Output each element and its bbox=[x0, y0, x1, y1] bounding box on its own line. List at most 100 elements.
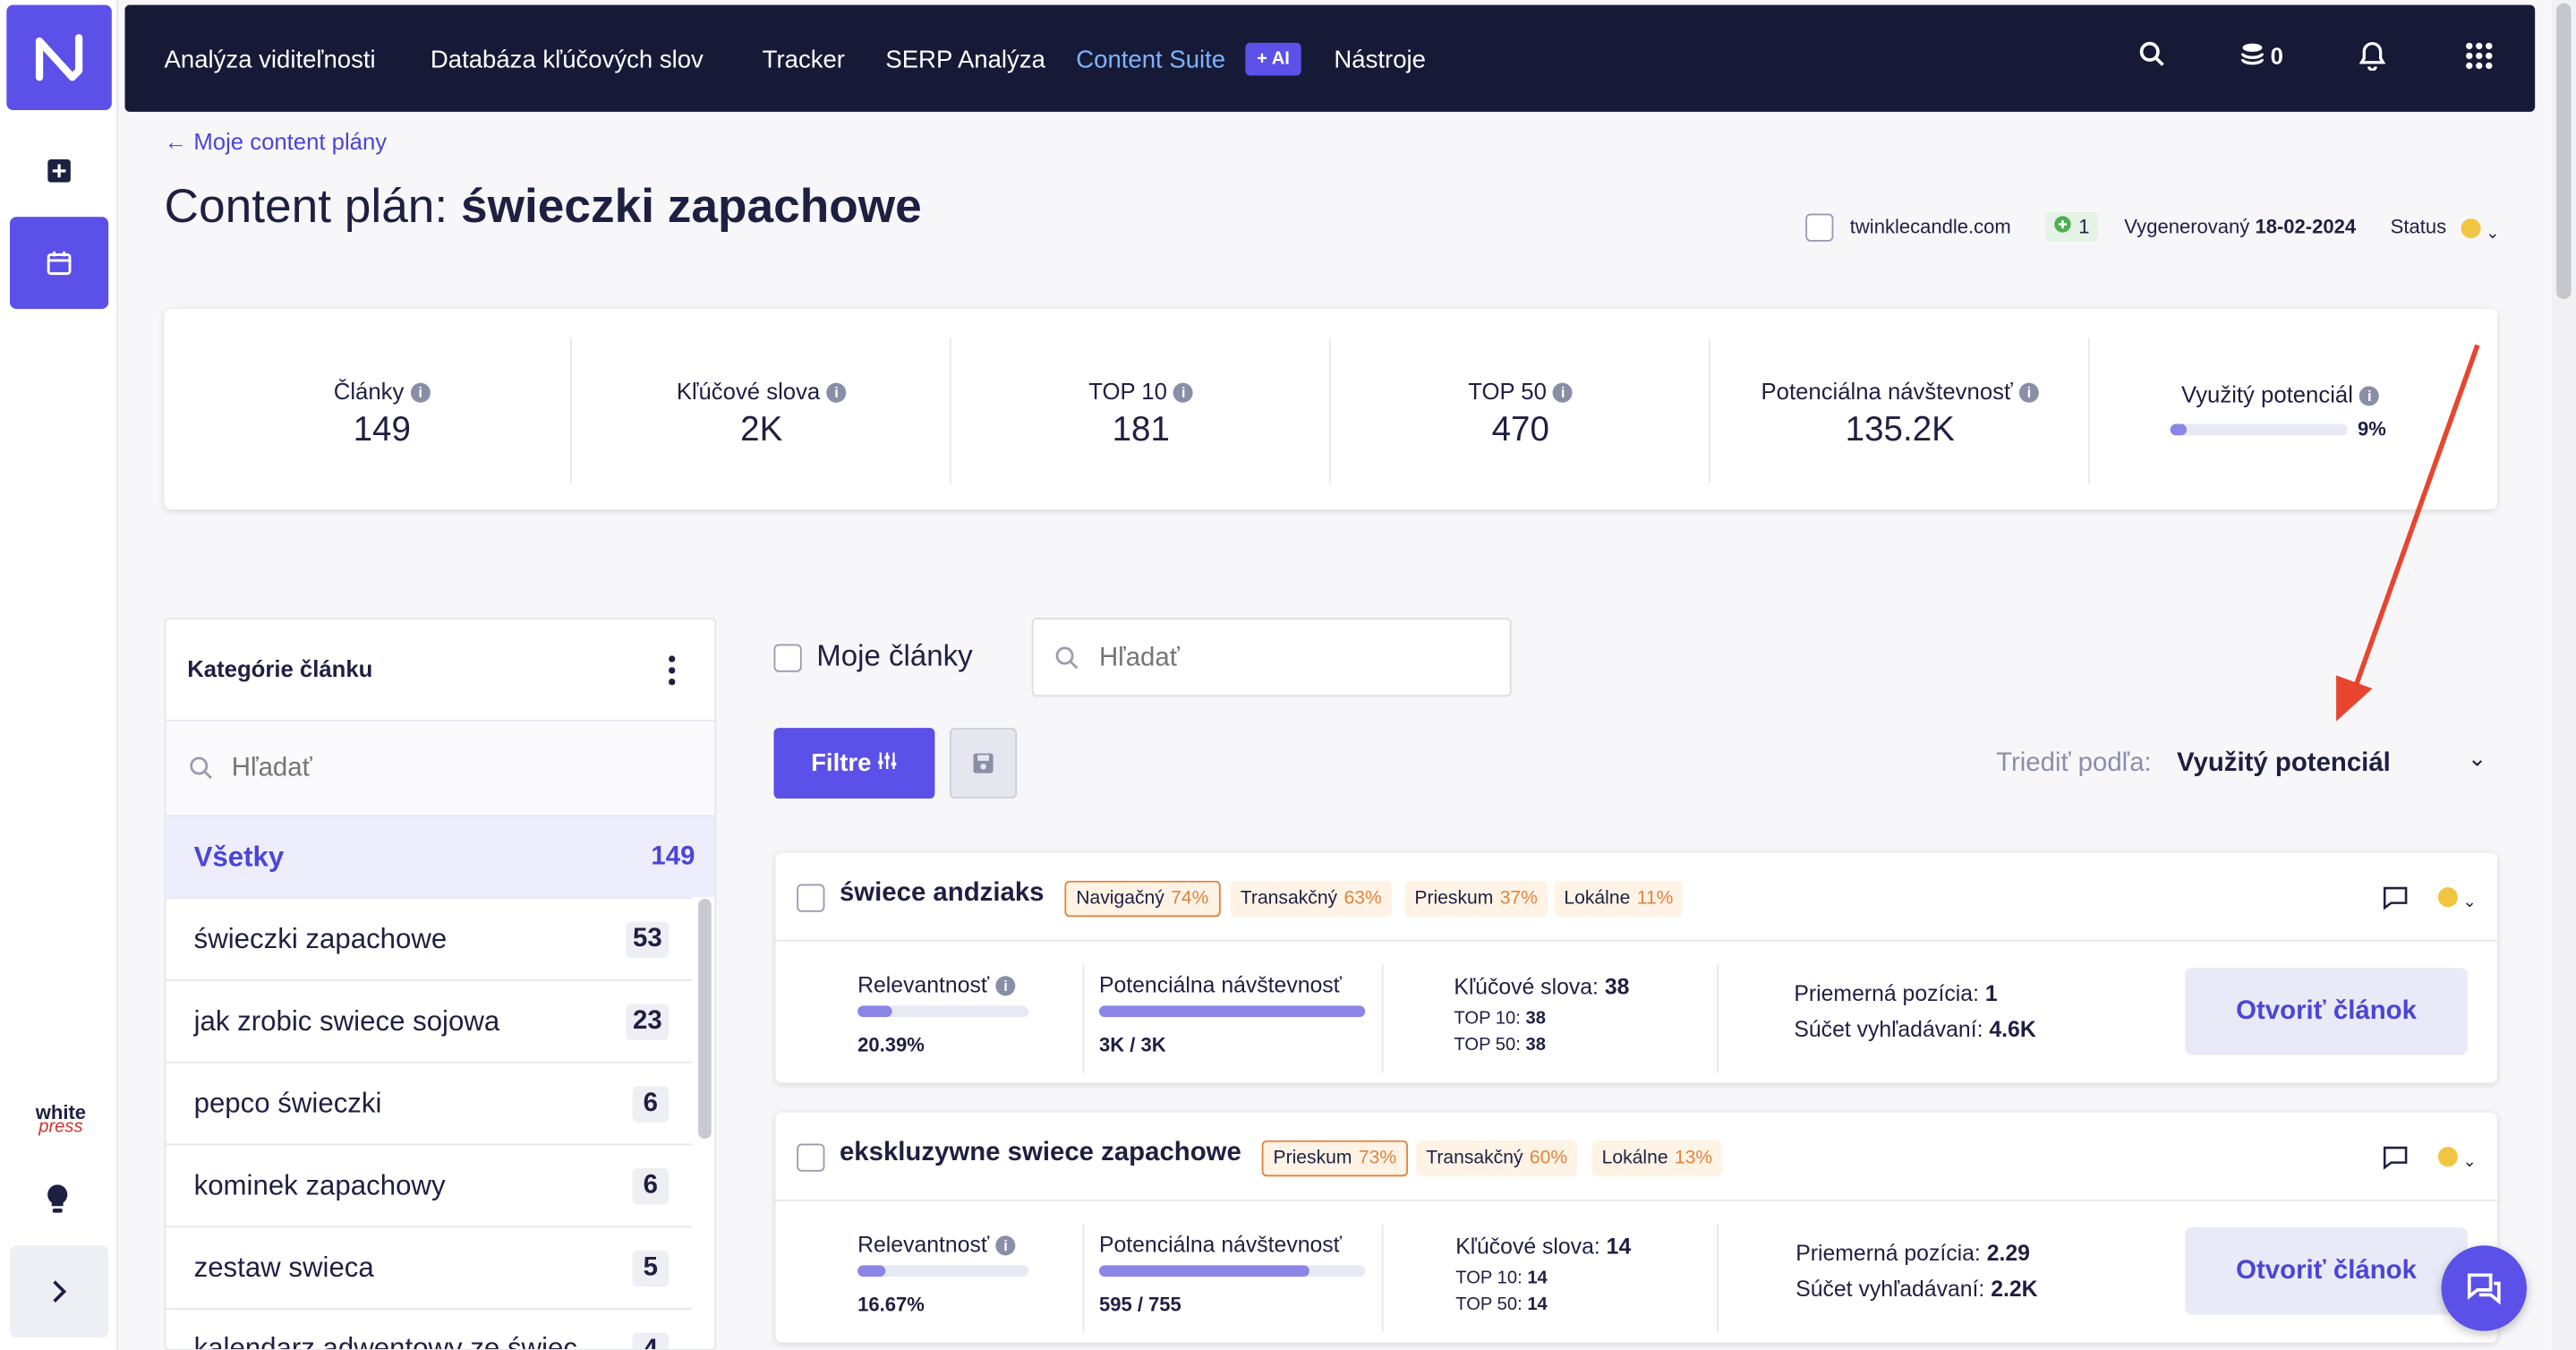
tag-local: Lokálne 11% bbox=[1554, 880, 1684, 918]
open-article-button[interactable]: Otvoriť článok bbox=[2185, 1227, 2468, 1315]
traffic-value: 3K / 3K bbox=[1098, 1033, 1166, 1057]
comment-icon[interactable] bbox=[2382, 1145, 2408, 1178]
category-scrollbar[interactable] bbox=[698, 899, 712, 1140]
category-all-count: 149 bbox=[651, 842, 695, 870]
category-item[interactable]: świeczki zapachowe 53 bbox=[166, 897, 692, 979]
info-icon[interactable]: i bbox=[1553, 382, 1574, 403]
tag-name: Prieskum bbox=[1273, 1149, 1352, 1169]
category-label: zestaw swieca bbox=[193, 1251, 374, 1283]
stat-label: Kľúčové slova bbox=[676, 378, 821, 405]
search-sum-value: 2.2K bbox=[1991, 1277, 2038, 1302]
relevance-bar bbox=[857, 1265, 1029, 1277]
badge-count: 1 bbox=[2078, 215, 2090, 239]
category-search[interactable] bbox=[166, 719, 715, 816]
info-icon[interactable]: i bbox=[826, 382, 847, 403]
top10-value: 38 bbox=[1525, 1008, 1546, 1030]
tag-research: Prieskum 73% bbox=[1261, 1140, 1408, 1177]
more-vertical-icon[interactable] bbox=[669, 655, 676, 693]
annotation-arrow bbox=[2336, 344, 2480, 722]
category-search-input[interactable] bbox=[231, 744, 692, 794]
search-sum-label: Súčet vyhľadávaní: bbox=[1796, 1277, 1985, 1302]
traffic-bar-fill bbox=[1098, 1005, 1366, 1018]
sort-select[interactable]: Využitý potenciál bbox=[2177, 749, 2391, 779]
top10-value: 14 bbox=[1527, 1269, 1548, 1289]
traffic-label: Potenciálna návštevnosť bbox=[1098, 972, 1342, 998]
app-logo-icon[interactable] bbox=[6, 4, 112, 110]
save-icon[interactable] bbox=[949, 728, 1018, 799]
stat-label: TOP 10 bbox=[1088, 378, 1167, 405]
search-sum-value: 4.6K bbox=[1989, 1017, 2036, 1042]
bell-icon[interactable] bbox=[2358, 41, 2386, 79]
expand-rail-icon[interactable] bbox=[10, 1245, 109, 1338]
category-label: kalendarz adwentowy ze świec bbox=[193, 1332, 578, 1350]
avg-pos-label: Priemerná pozícia: bbox=[1794, 980, 1979, 1006]
chevron-down-icon[interactable]: ⌄ bbox=[2468, 744, 2487, 772]
nav-serp[interactable]: SERP Analýza bbox=[885, 46, 1045, 73]
category-item[interactable]: zestaw swieca 5 bbox=[166, 1226, 692, 1308]
nav-visibility[interactable]: Analýza viditeľnosti bbox=[165, 46, 376, 73]
info-icon[interactable]: i bbox=[2018, 382, 2039, 403]
stat-label: Potenciálna návštevnosť bbox=[1761, 378, 2013, 405]
generated-date: 18-02-2024 bbox=[2255, 215, 2357, 239]
generated-label: Vygenerovaný bbox=[2124, 215, 2250, 239]
avg-position: Priemerná pozícia: 1 bbox=[1794, 981, 1997, 1006]
domain-favicon bbox=[1805, 213, 1834, 242]
search-sum: Súčet vyhľadávaní: 2.2K bbox=[1796, 1277, 2037, 1302]
search-icon[interactable] bbox=[2139, 41, 2165, 76]
tag-pct: 37% bbox=[1499, 889, 1538, 910]
info-icon[interactable]: i bbox=[1173, 382, 1194, 403]
filter-button[interactable]: Filtre bbox=[773, 728, 935, 799]
category-count: 6 bbox=[632, 1167, 670, 1204]
category-item[interactable]: pepco świeczki 6 bbox=[166, 1061, 692, 1144]
competitor-badge[interactable]: 1 bbox=[2045, 211, 2098, 242]
my-articles-label[interactable]: Moje články bbox=[816, 639, 972, 674]
lightbulb-icon[interactable] bbox=[45, 1183, 71, 1225]
nav-tracker[interactable]: Tracker bbox=[763, 46, 845, 73]
stat-value: 135.2K bbox=[1845, 410, 1955, 449]
chat-icon[interactable] bbox=[2441, 1245, 2527, 1331]
category-item[interactable]: kalendarz adwentowy ze świec 4 bbox=[166, 1308, 692, 1350]
back-link[interactable]: ← Moje content plány bbox=[165, 128, 388, 154]
info-icon[interactable]: i bbox=[995, 976, 1016, 996]
category-all[interactable]: Všetky 149 bbox=[166, 815, 715, 898]
nav-content-suite[interactable]: Content Suite bbox=[1076, 46, 1225, 73]
calendar-icon[interactable] bbox=[10, 217, 109, 310]
article-checkbox[interactable] bbox=[797, 884, 825, 912]
title-name: świeczki zapachowe bbox=[461, 180, 922, 234]
relevance-bar-fill bbox=[857, 1265, 886, 1277]
divider bbox=[1717, 1224, 1719, 1333]
article-checkbox[interactable] bbox=[797, 1143, 825, 1172]
avg-pos-value: 1 bbox=[1984, 980, 1998, 1006]
status-dropdown[interactable]: ⌄ bbox=[2461, 217, 2500, 246]
domain-label[interactable]: twinklecandle.com bbox=[1850, 215, 2011, 238]
nav-tools[interactable]: Nástroje bbox=[1334, 46, 1426, 73]
status-dropdown[interactable]: ⌄ bbox=[2437, 1145, 2477, 1175]
status-dropdown[interactable]: ⌄ bbox=[2437, 885, 2477, 915]
article-card: ekskluzywne swiece zapachowe Prieskum 73%… bbox=[775, 1112, 2497, 1343]
article-title[interactable]: świece andziaks bbox=[840, 879, 1045, 909]
comment-icon[interactable] bbox=[2382, 885, 2408, 919]
top10-label: TOP 10: bbox=[1455, 1269, 1523, 1289]
apps-grid-icon[interactable] bbox=[2464, 41, 2494, 79]
page-scrollbar-thumb[interactable] bbox=[2556, 3, 2572, 300]
avg-pos-value: 2.29 bbox=[1986, 1240, 2030, 1266]
add-plan-icon[interactable] bbox=[10, 124, 108, 217]
open-article-button[interactable]: Otvoriť článok bbox=[2185, 968, 2468, 1055]
category-item[interactable]: jak zrobic swiece sojowa 23 bbox=[166, 978, 692, 1062]
tag-name: Navigačný bbox=[1076, 889, 1164, 910]
relevance-bar-fill bbox=[857, 1005, 893, 1018]
article-title[interactable]: ekskluzywne swiece zapachowe bbox=[840, 1139, 1241, 1168]
article-search[interactable] bbox=[1031, 618, 1512, 697]
traffic-value: 595 / 755 bbox=[1098, 1293, 1181, 1317]
category-count: 4 bbox=[632, 1332, 670, 1349]
nav-keyword-db[interactable]: Databáza kľúčových slov bbox=[431, 46, 704, 73]
divider bbox=[1082, 964, 1085, 1073]
my-articles-checkbox[interactable] bbox=[773, 644, 802, 672]
info-icon[interactable]: i bbox=[995, 1235, 1016, 1256]
coins-icon[interactable] bbox=[2239, 41, 2265, 76]
traffic-label: Potenciálna návštevnosť bbox=[1098, 1232, 1342, 1258]
category-item[interactable]: kominek zapachowy 6 bbox=[166, 1143, 692, 1226]
info-icon[interactable]: i bbox=[410, 382, 431, 403]
tag-pct: 60% bbox=[1529, 1149, 1568, 1169]
article-search-input[interactable] bbox=[1098, 634, 1494, 684]
